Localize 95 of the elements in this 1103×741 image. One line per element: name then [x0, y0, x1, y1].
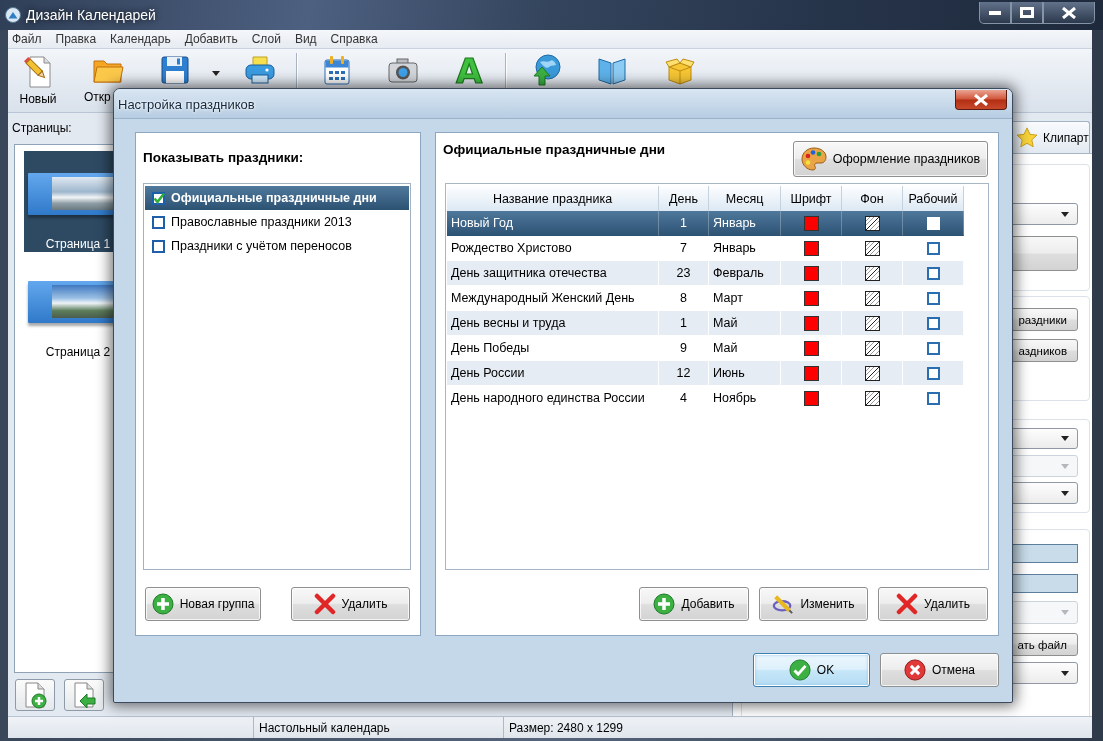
- menu-item[interactable]: Добавить: [184, 32, 238, 46]
- minimize-icon: [989, 10, 1001, 15]
- app-icon: [5, 7, 21, 23]
- table-cell: 4: [659, 386, 709, 411]
- checkbox[interactable]: [926, 241, 940, 255]
- globe-arrow-icon[interactable]: [530, 54, 563, 86]
- menu-item[interactable]: Вид: [294, 32, 317, 46]
- color-swatch-icon[interactable]: [803, 215, 819, 231]
- ok-button[interactable]: OK: [753, 653, 870, 687]
- page-arrow-icon: [71, 681, 97, 709]
- import-page-button[interactable]: [64, 679, 104, 711]
- delete-button[interactable]: Удалить: [878, 587, 988, 621]
- pencil-icon: [772, 593, 795, 615]
- dialog-title: Настройка праздников: [118, 97, 255, 112]
- checkbox[interactable]: [152, 215, 165, 229]
- palette-icon: [800, 146, 827, 172]
- table-row[interactable]: День весны и труда 1 Май: [447, 311, 964, 336]
- check-circle-icon: [788, 659, 811, 681]
- caret-icon[interactable]: [212, 71, 220, 76]
- page-label: Страница 2: [45, 345, 111, 359]
- color-swatch-icon[interactable]: [803, 340, 819, 356]
- checkbox[interactable]: [926, 341, 940, 355]
- checkbox[interactable]: [926, 366, 940, 380]
- checkbox[interactable]: [926, 266, 940, 280]
- new-group-button[interactable]: Новая группа: [145, 587, 261, 621]
- caret-icon: [1061, 463, 1069, 469]
- panel-heading: Официальные праздничные дни: [443, 141, 666, 159]
- checkbox[interactable]: [152, 239, 165, 253]
- checkbox[interactable]: [926, 291, 940, 305]
- panel-heading: Показывать праздники:: [143, 149, 304, 167]
- page-plus-icon: [22, 681, 48, 709]
- holiday-style-button[interactable]: Оформление праздников: [793, 141, 988, 177]
- color-swatch-icon[interactable]: [803, 290, 819, 306]
- list-item[interactable]: Праздники с учётом переносов: [145, 234, 409, 258]
- plus-circle-icon: [653, 593, 676, 615]
- plus-circle-icon: [151, 593, 174, 615]
- close-icon: [974, 93, 988, 106]
- delete-button[interactable]: Удалить: [291, 587, 410, 621]
- add-button[interactable]: Добавить: [639, 587, 749, 621]
- add-page-button[interactable]: [15, 679, 55, 711]
- table-row[interactable]: День России 12 Июнь: [447, 361, 964, 386]
- section-label: Страницы:: [12, 121, 72, 136]
- checkbox[interactable]: [152, 191, 165, 205]
- table-cell: День народного единства России: [447, 386, 659, 411]
- status-text: Настольный календарь: [259, 720, 390, 735]
- color-swatch-icon[interactable]: [803, 390, 819, 406]
- close-button[interactable]: [955, 90, 1007, 110]
- caret-icon: [1061, 610, 1069, 615]
- menu-item[interactable]: Справка: [330, 32, 378, 46]
- hatched-swatch-icon[interactable]: [864, 340, 880, 356]
- table-row[interactable]: День защитника отечества 23 Февраль: [447, 261, 964, 286]
- hatched-swatch-icon[interactable]: [864, 265, 880, 281]
- star-icon: [1016, 127, 1038, 148]
- close-icon: [1062, 6, 1076, 19]
- maximize-button[interactable]: [1011, 2, 1043, 24]
- menu-item[interactable]: Слой: [251, 32, 281, 46]
- menu-item[interactable]: Правка: [55, 32, 97, 46]
- close-button[interactable]: [1043, 2, 1095, 24]
- printer-icon[interactable]: [244, 54, 276, 86]
- maximize-icon: [1020, 7, 1034, 18]
- cross-icon: [313, 593, 336, 615]
- caret-icon: [1061, 490, 1069, 496]
- caret-icon: [1061, 670, 1069, 676]
- x-circle-icon: [903, 659, 926, 681]
- cross-icon: [896, 593, 919, 615]
- table-row[interactable]: Новый Год 1 Январь: [447, 211, 964, 236]
- color-swatch-icon[interactable]: [803, 315, 819, 331]
- caret-icon: [1061, 211, 1069, 217]
- menu-item[interactable]: Файл: [12, 32, 42, 46]
- status-text: Размер: 2480 x 1299: [509, 720, 623, 735]
- list-item[interactable]: Официальные праздничные дни: [145, 186, 409, 210]
- hatched-swatch-icon[interactable]: [864, 365, 880, 381]
- hatched-swatch-icon[interactable]: [864, 290, 880, 306]
- color-swatch-icon[interactable]: [803, 240, 819, 256]
- hatched-swatch-icon[interactable]: [864, 240, 880, 256]
- checkbox[interactable]: [926, 391, 940, 405]
- checkbox[interactable]: [926, 316, 940, 330]
- hatched-swatch-icon[interactable]: [864, 390, 880, 406]
- calendar-icon[interactable]: [321, 54, 353, 86]
- window-title: Дизайн Календарей: [26, 7, 156, 23]
- caret-icon: [1061, 436, 1069, 441]
- table-cell: Ноябрь: [709, 386, 781, 411]
- hatched-swatch-icon[interactable]: [864, 315, 880, 331]
- menu-item[interactable]: Календарь: [110, 32, 171, 46]
- hatched-swatch-icon[interactable]: [864, 215, 880, 231]
- page-pencil-icon: [22, 54, 54, 88]
- color-swatch-icon[interactable]: [803, 365, 819, 381]
- page-label: Страница 1: [45, 237, 111, 251]
- list-item[interactable]: Православные праздники 2013: [145, 210, 409, 234]
- edit-button[interactable]: Изменить: [759, 587, 868, 621]
- new-button[interactable]: Новый: [18, 54, 58, 106]
- panel-tab[interactable]: Клипарт: [1010, 121, 1090, 153]
- cancel-button[interactable]: Отмена: [880, 653, 999, 687]
- color-swatch-icon[interactable]: [803, 265, 819, 281]
- minimize-button[interactable]: [979, 2, 1011, 24]
